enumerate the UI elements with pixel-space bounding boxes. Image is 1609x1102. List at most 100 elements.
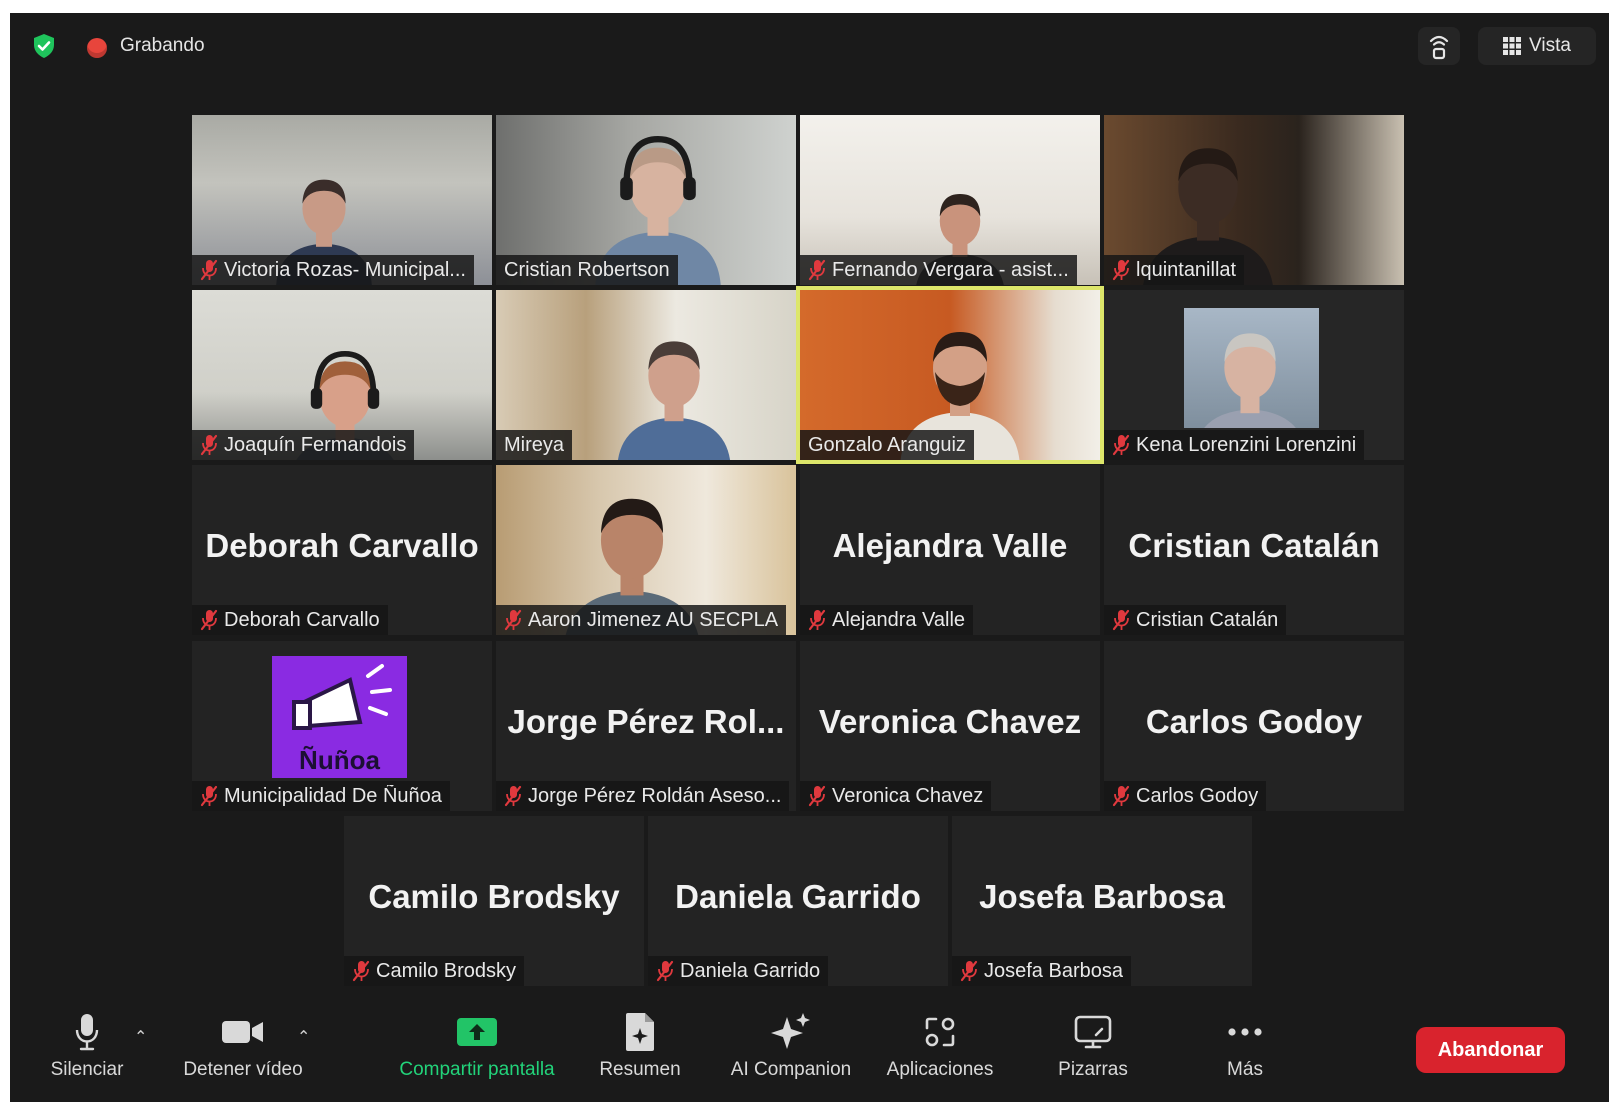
participant-nameplate: Daniela Garrido	[648, 956, 829, 986]
microphone-icon	[75, 1014, 99, 1051]
participant-nameplate: Mireya	[496, 430, 573, 460]
participant-nameplate: Kena Lorenzini Lorenzini	[1104, 430, 1365, 460]
participant-tile[interactable]: lquintanillat	[1104, 115, 1404, 285]
view-label: Vista	[1529, 35, 1571, 56]
ai-companion-button[interactable]: AI Companion	[718, 1007, 864, 1081]
shield-check-icon[interactable]	[32, 33, 56, 59]
participant-nameplate: Carlos Godoy	[1104, 781, 1267, 811]
top-bar: Grabando Vista	[10, 13, 1609, 77]
muted-mic-icon	[656, 960, 674, 982]
participant-display-name: Josefa Barbosa	[979, 878, 1225, 915]
muted-mic-icon	[1112, 609, 1130, 631]
participant-tile[interactable]: Deborah Carvallo Deborah Carvallo	[192, 465, 492, 635]
participant-name: Fernando Vergara - asist...	[832, 258, 1069, 281]
participant-display-name: Jorge Pérez Rol...	[507, 703, 785, 740]
view-button[interactable]: Vista	[1478, 27, 1596, 65]
participant-nameplate: Fernando Vergara - asist...	[800, 255, 1077, 285]
participant-photo	[1184, 308, 1319, 428]
video-button[interactable]: Detener vídeo	[168, 1007, 318, 1081]
participant-tile[interactable]: Kena Lorenzini Lorenzini	[1104, 290, 1404, 460]
mute-label: Silenciar	[50, 1059, 124, 1080]
summary-label: Resumen	[599, 1059, 681, 1080]
participant-tile[interactable]: Carlos Godoy Carlos Godoy	[1104, 641, 1404, 811]
muted-mic-icon	[808, 785, 826, 807]
muted-mic-icon	[200, 259, 218, 281]
summary-button[interactable]: Resumen	[590, 1007, 690, 1081]
ai-sparkle-icon	[771, 1013, 810, 1049]
participant-name: Kena Lorenzini Lorenzini	[1136, 433, 1357, 456]
share-screen-label: Compartir pantalla	[399, 1059, 555, 1080]
muted-mic-icon	[200, 785, 218, 807]
leave-button[interactable]: Abandonar	[1416, 1027, 1565, 1073]
participant-tile[interactable]: Alejandra Valle Alejandra Valle	[800, 465, 1100, 635]
muted-mic-icon	[1112, 434, 1130, 456]
megaphone-icon	[292, 664, 392, 730]
participant-tile[interactable]: Veronica Chavez Veronica Chavez	[800, 641, 1100, 811]
muted-mic-icon	[504, 785, 522, 807]
participant-nameplate: Gonzalo Aranguiz	[800, 430, 974, 460]
participant-display-name: Alejandra Valle	[832, 527, 1068, 564]
participant-nameplate: Municipalidad De Ñuñoa	[192, 781, 450, 811]
participant-name: Aaron Jimenez AU SECPLA	[528, 608, 779, 631]
participant-name: Joaquín Fermandois	[224, 433, 407, 456]
participant-nameplate: Josefa Barbosa	[952, 956, 1131, 986]
participant-name: Veronica Chavez	[832, 784, 984, 807]
participant-tile[interactable]: Cristian Robertson	[496, 115, 796, 285]
muted-mic-icon	[200, 434, 218, 456]
participant-tile[interactable]: Daniela Garrido Daniela Garrido	[648, 816, 948, 986]
more-dots-icon	[1228, 1028, 1262, 1036]
participant-tile[interactable]: Jorge Pérez Rol... Jorge Pérez Roldán Ase…	[496, 641, 796, 811]
muted-mic-icon	[808, 259, 826, 281]
participant-nameplate: Joaquín Fermandois	[192, 430, 415, 460]
participant-name: lquintanillat	[1136, 258, 1237, 281]
participant-tile[interactable]: Camilo Brodsky Camilo Brodsky	[344, 816, 644, 986]
participant-name: Camilo Brodsky	[376, 959, 517, 982]
mute-button[interactable]: Silenciar	[40, 1007, 134, 1081]
participant-name: Mireya	[504, 433, 565, 456]
participant-nameplate: Cristian Robertson	[496, 255, 678, 285]
video-options-chevron-icon[interactable]: ⌃	[297, 1027, 310, 1047]
person-silhouette	[1204, 333, 1296, 428]
muted-mic-icon	[1112, 785, 1130, 807]
recording-label[interactable]: Grabando	[120, 35, 205, 57]
grid-view-icon	[1503, 37, 1522, 55]
whiteboards-button[interactable]: Pizarras	[1050, 1007, 1136, 1081]
participant-name: Carlos Godoy	[1136, 784, 1259, 807]
recording-icon[interactable]	[87, 38, 107, 58]
network-button[interactable]	[1418, 27, 1460, 65]
participant-nameplate: Alejandra Valle	[800, 605, 974, 635]
participant-nameplate: Veronica Chavez	[800, 781, 992, 811]
muted-mic-icon	[1112, 259, 1130, 281]
participant-name: Deborah Carvallo	[224, 608, 380, 631]
participant-tile[interactable]: Joaquín Fermandois	[192, 290, 492, 460]
share-screen-button[interactable]: Compartir pantalla	[382, 1007, 572, 1081]
participant-display-name: Cristian Catalán	[1128, 527, 1380, 564]
participant-tile[interactable]: Cristian Catalán Cristian Catalán	[1104, 465, 1404, 635]
more-button[interactable]: Más	[1210, 1007, 1280, 1081]
participant-display-name: Daniela Garrido	[675, 878, 921, 915]
more-label: Más	[1227, 1059, 1263, 1080]
participant-tile[interactable]: Victoria Rozas- Municipal...	[192, 115, 492, 285]
participant-tile[interactable]: Fernando Vergara - asist...	[800, 115, 1100, 285]
participant-tile[interactable]: Mireya	[496, 290, 796, 460]
participant-display-name: Carlos Godoy	[1145, 703, 1363, 740]
muted-mic-icon	[504, 609, 522, 631]
logo-text: Ñuñoa	[299, 745, 380, 775]
participant-nameplate: lquintanillat	[1104, 255, 1245, 285]
participant-display-name: Veronica Chavez	[818, 703, 1082, 740]
participant-nameplate: Victoria Rozas- Municipal...	[192, 255, 474, 285]
participant-tile[interactable]: Aaron Jimenez AU SECPLA	[496, 465, 796, 635]
muted-mic-icon	[960, 960, 978, 982]
participant-nameplate: Camilo Brodsky	[344, 956, 525, 986]
participant-name: Alejandra Valle	[832, 608, 966, 631]
muted-mic-icon	[200, 609, 218, 631]
participant-tile[interactable]: Ñuñoa Municipalidad De Ñuñoa	[192, 641, 492, 811]
meeting-toolbar: Silenciar ⌃ Detener vídeo ⌃ Compartir pa…	[10, 1007, 1609, 1102]
audio-options-chevron-icon[interactable]: ⌃	[134, 1027, 147, 1047]
participant-tile[interactable]: Gonzalo Aranguiz	[796, 286, 1104, 464]
apps-label: Aplicaciones	[886, 1059, 994, 1080]
participant-nameplate: Cristian Catalán	[1104, 605, 1287, 635]
apps-button[interactable]: Aplicaciones	[880, 1007, 1000, 1081]
participant-tile[interactable]: Josefa Barbosa Josefa Barbosa	[952, 816, 1252, 986]
share-screen-icon	[457, 1018, 497, 1046]
